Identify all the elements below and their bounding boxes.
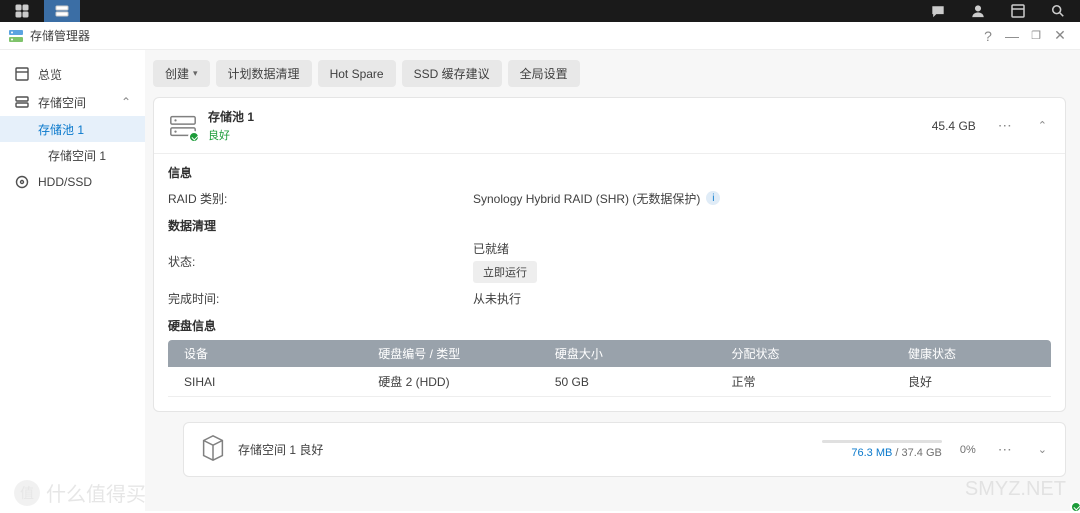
th-device: 设备: [168, 340, 362, 367]
sidebar: 总览 存储空间 ⌃ 存储池 1 存储空间 1 HDD/SSD: [0, 50, 145, 511]
toolbar: 创建▾ 计划数据清理 Hot Spare SSD 缓存建议 全局设置: [153, 60, 1066, 87]
collapse-icon[interactable]: ⌃: [1034, 119, 1051, 132]
raid-type-value: Synology Hybrid RAID (SHR) (无数据保护): [473, 190, 700, 207]
disk-info-heading: 硬盘信息: [168, 317, 1051, 334]
run-now-button[interactable]: 立即运行: [473, 261, 537, 283]
search-icon[interactable]: [1040, 0, 1076, 22]
apps-grid-icon[interactable]: [4, 0, 40, 22]
expand-icon[interactable]: ⌄: [1034, 443, 1051, 456]
th-alloc: 分配状态: [715, 340, 892, 367]
hot-spare-button[interactable]: Hot Spare: [318, 60, 396, 87]
status-ok-badge: [188, 131, 200, 143]
volume-panel: 存储空间 1 良好 76.3 MB / 37.4 GB 0% ⋯ ⌄: [183, 422, 1066, 477]
raid-type-label: RAID 类别:: [168, 190, 473, 207]
storage-pool-panel: 存储池 1 良好 45.4 GB ⋯ ⌃ 信息 RAID 类别: Synolog: [153, 97, 1066, 412]
td-device: SIHAI: [168, 367, 362, 397]
td-alloc: 正常: [715, 367, 892, 397]
global-settings-button[interactable]: 全局设置: [508, 60, 580, 87]
scrub-heading: 数据清理: [168, 217, 1051, 234]
overview-icon: [14, 66, 30, 82]
app-icon: [8, 28, 24, 44]
storage-manager-taskbar-icon[interactable]: [44, 0, 80, 22]
main-content: 创建▾ 计划数据清理 Hot Spare SSD 缓存建议 全局设置 存储池 1…: [145, 50, 1080, 511]
scrub-schedule-button[interactable]: 计划数据清理: [216, 60, 312, 87]
pool-body: 信息 RAID 类别: Synology Hybrid RAID (SHR) (…: [154, 153, 1065, 411]
volume-icon: [198, 433, 228, 466]
sidebar-label: HDD/SSD: [38, 175, 92, 189]
sidebar-item-volume1[interactable]: 存储空间 1: [0, 142, 145, 168]
help-button[interactable]: ?: [976, 24, 1000, 48]
finish-time-value: 从未执行: [473, 290, 521, 307]
storage-icon: [14, 94, 30, 110]
usage-text: 76.3 MB / 37.4 GB: [851, 447, 942, 459]
more-actions-icon[interactable]: ⋯: [994, 441, 1016, 458]
volume-header: 存储空间 1 良好 76.3 MB / 37.4 GB 0% ⋯ ⌄: [184, 423, 1065, 476]
more-actions-icon[interactable]: ⋯: [994, 117, 1016, 134]
usage-bar: [822, 440, 942, 443]
state-label: 状态:: [168, 253, 473, 270]
sidebar-label: 存储空间: [38, 94, 86, 111]
create-button[interactable]: 创建▾: [153, 60, 210, 87]
status-ok-badge: [1070, 501, 1080, 511]
pool-size: 45.4 GB: [932, 119, 976, 133]
usage-pct: 0%: [960, 444, 976, 456]
window-title: 存储管理器: [30, 27, 90, 44]
info-icon[interactable]: i: [706, 191, 720, 205]
td-health: 良好: [892, 367, 1051, 397]
finish-time-label: 完成时间:: [168, 290, 473, 307]
caret-down-icon: ▾: [193, 68, 198, 79]
th-slot: 硬盘编号 / 类型: [362, 340, 539, 367]
table-row[interactable]: SIHAI 硬盘 2 (HDD) 50 GB 正常 良好: [168, 367, 1051, 397]
pool-title: 存储池 1: [208, 108, 254, 125]
sidebar-item-storage[interactable]: 存储空间 ⌃: [0, 88, 145, 116]
info-heading: 信息: [168, 164, 1051, 181]
pool-icon: [168, 111, 198, 141]
storage-manager-window: 存储管理器 ? — ❐ ✕ 总览 存储空间 ⌃ 存储池 1 存储空间 1 HDD…: [0, 22, 1080, 511]
td-size: 50 GB: [539, 367, 716, 397]
sidebar-item-pool1[interactable]: 存储池 1: [0, 116, 145, 142]
state-value: 已就绪: [473, 240, 509, 257]
pool-header: 存储池 1 良好 45.4 GB ⋯ ⌃: [154, 98, 1065, 153]
pool-status: 良好: [208, 127, 254, 143]
th-health: 健康状态: [892, 340, 1051, 367]
hdd-icon: [14, 174, 30, 190]
td-slot: 硬盘 2 (HDD): [362, 367, 539, 397]
sidebar-label: 总览: [38, 66, 62, 83]
user-icon[interactable]: [960, 0, 996, 22]
th-size: 硬盘大小: [539, 340, 716, 367]
chevron-up-icon: ⌃: [121, 95, 131, 109]
ssd-advice-button[interactable]: SSD 缓存建议: [402, 60, 502, 87]
close-button[interactable]: ✕: [1048, 24, 1072, 48]
maximize-button[interactable]: ❐: [1024, 24, 1048, 48]
chat-icon[interactable]: [920, 0, 956, 22]
volume-status: 良好: [299, 443, 323, 457]
total-value: 37.4 GB: [902, 447, 942, 459]
desktop-taskbar: [0, 0, 1080, 22]
sidebar-item-overview[interactable]: 总览: [0, 60, 145, 88]
disk-table: 设备 硬盘编号 / 类型 硬盘大小 分配状态 健康状态 SIHAI 硬盘 2 (…: [168, 340, 1051, 397]
sidebar-item-hdd-ssd[interactable]: HDD/SSD: [0, 168, 145, 196]
widget-icon[interactable]: [1000, 0, 1036, 22]
window-titlebar: 存储管理器 ? — ❐ ✕: [0, 22, 1080, 50]
volume-title: 存储空间 1: [238, 443, 296, 457]
used-value: 76.3 MB: [851, 447, 892, 459]
minimize-button[interactable]: —: [1000, 24, 1024, 48]
